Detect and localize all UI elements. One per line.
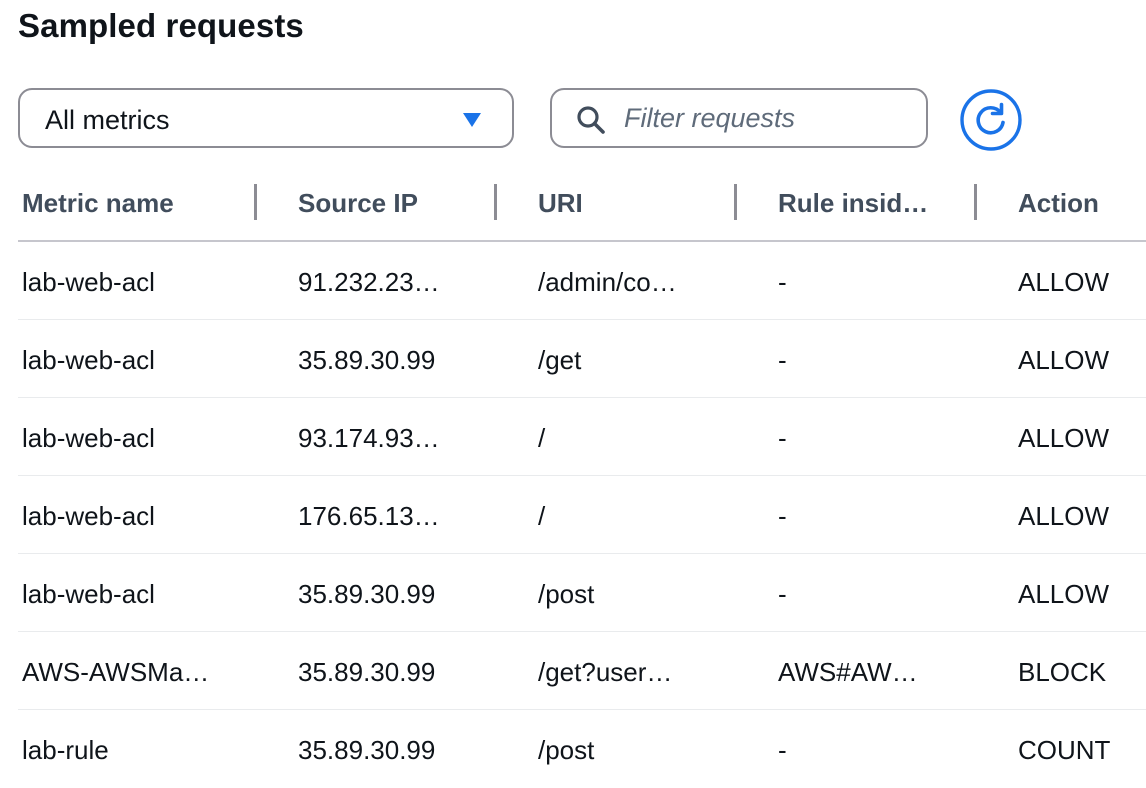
cell-rule-inside: - — [778, 735, 787, 765]
column-header-action[interactable]: Action — [1018, 162, 1146, 240]
cell-metric-name: lab-rule — [22, 735, 109, 765]
cell-metric-name: lab-web-acl — [22, 345, 155, 375]
filter-requests-input[interactable] — [624, 98, 914, 138]
cell-source-ip: 35.89.30.99 — [298, 735, 436, 765]
metrics-select[interactable]: All metrics — [18, 88, 514, 148]
cell-uri: /admin/co… — [538, 267, 677, 297]
column-resizer[interactable] — [254, 184, 257, 220]
table-row[interactable]: lab-web-acl 35.89.30.99 /post - ALLOW — [18, 554, 1146, 632]
cell-rule-inside: AWS#AW… — [778, 657, 918, 687]
cell-action: ALLOW — [1018, 501, 1110, 531]
cell-uri: / — [538, 423, 546, 453]
filter-requests-field[interactable] — [550, 88, 928, 148]
cell-action: COUNT — [1018, 735, 1111, 765]
cell-rule-inside: - — [778, 267, 787, 297]
refresh-icon[interactable] — [958, 88, 1024, 152]
cell-source-ip: 176.65.13… — [298, 501, 440, 531]
cell-uri: /get?user… — [538, 657, 673, 687]
cell-metric-name: lab-web-acl — [22, 501, 155, 531]
cell-action: ALLOW — [1018, 267, 1110, 297]
toolbar: All metrics — [0, 0, 1146, 160]
cell-uri: /post — [538, 579, 595, 609]
table-row[interactable]: AWS-AWSMa… 35.89.30.99 /get?user… AWS#AW… — [18, 632, 1146, 710]
cell-source-ip: 93.174.93… — [298, 423, 440, 453]
cell-metric-name: lab-web-acl — [22, 267, 155, 297]
sampled-requests-table: Metric name Source IP URI Rule insid… Ac… — [18, 162, 1146, 787]
cell-uri: /post — [538, 735, 595, 765]
cell-metric-name: lab-web-acl — [22, 579, 155, 609]
table-row[interactable]: lab-rule 35.89.30.99 /post - COUNT — [18, 710, 1146, 787]
cell-rule-inside: - — [778, 345, 787, 375]
column-header-rule-inside[interactable]: Rule insid… — [778, 162, 978, 240]
cell-metric-name: lab-web-acl — [22, 423, 155, 453]
column-header-metric-name[interactable]: Metric name — [22, 162, 252, 240]
search-icon — [577, 106, 605, 134]
cell-action: ALLOW — [1018, 423, 1110, 453]
cell-metric-name: AWS-AWSMa… — [22, 657, 210, 687]
cell-rule-inside: - — [778, 423, 787, 453]
metrics-select-value: All metrics — [45, 105, 170, 135]
column-resizer[interactable] — [494, 184, 497, 220]
cell-uri: / — [538, 501, 546, 531]
caret-down-icon — [463, 113, 481, 127]
table-row[interactable]: lab-web-acl 91.232.23… /admin/co… - ALLO… — [18, 242, 1146, 320]
column-resizer[interactable] — [734, 184, 737, 220]
table-row[interactable]: lab-web-acl 93.174.93… / - ALLOW — [18, 398, 1146, 476]
table-row[interactable]: lab-web-acl 176.65.13… / - ALLOW — [18, 476, 1146, 554]
cell-rule-inside: - — [778, 579, 787, 609]
cell-action: BLOCK — [1018, 657, 1107, 687]
cell-uri: /get — [538, 345, 582, 375]
table-header: Metric name Source IP URI Rule insid… Ac… — [18, 162, 1146, 242]
column-header-uri[interactable]: URI — [538, 162, 738, 240]
cell-source-ip: 35.89.30.99 — [298, 657, 436, 687]
cell-source-ip: 35.89.30.99 — [298, 345, 436, 375]
cell-action: ALLOW — [1018, 579, 1110, 609]
table-row[interactable]: lab-web-acl 35.89.30.99 /get - ALLOW — [18, 320, 1146, 398]
cell-rule-inside: - — [778, 501, 787, 531]
cell-source-ip: 35.89.30.99 — [298, 579, 436, 609]
cell-action: ALLOW — [1018, 345, 1110, 375]
column-header-source-ip[interactable]: Source IP — [298, 162, 498, 240]
cell-source-ip: 91.232.23… — [298, 267, 440, 297]
column-resizer[interactable] — [974, 184, 977, 220]
